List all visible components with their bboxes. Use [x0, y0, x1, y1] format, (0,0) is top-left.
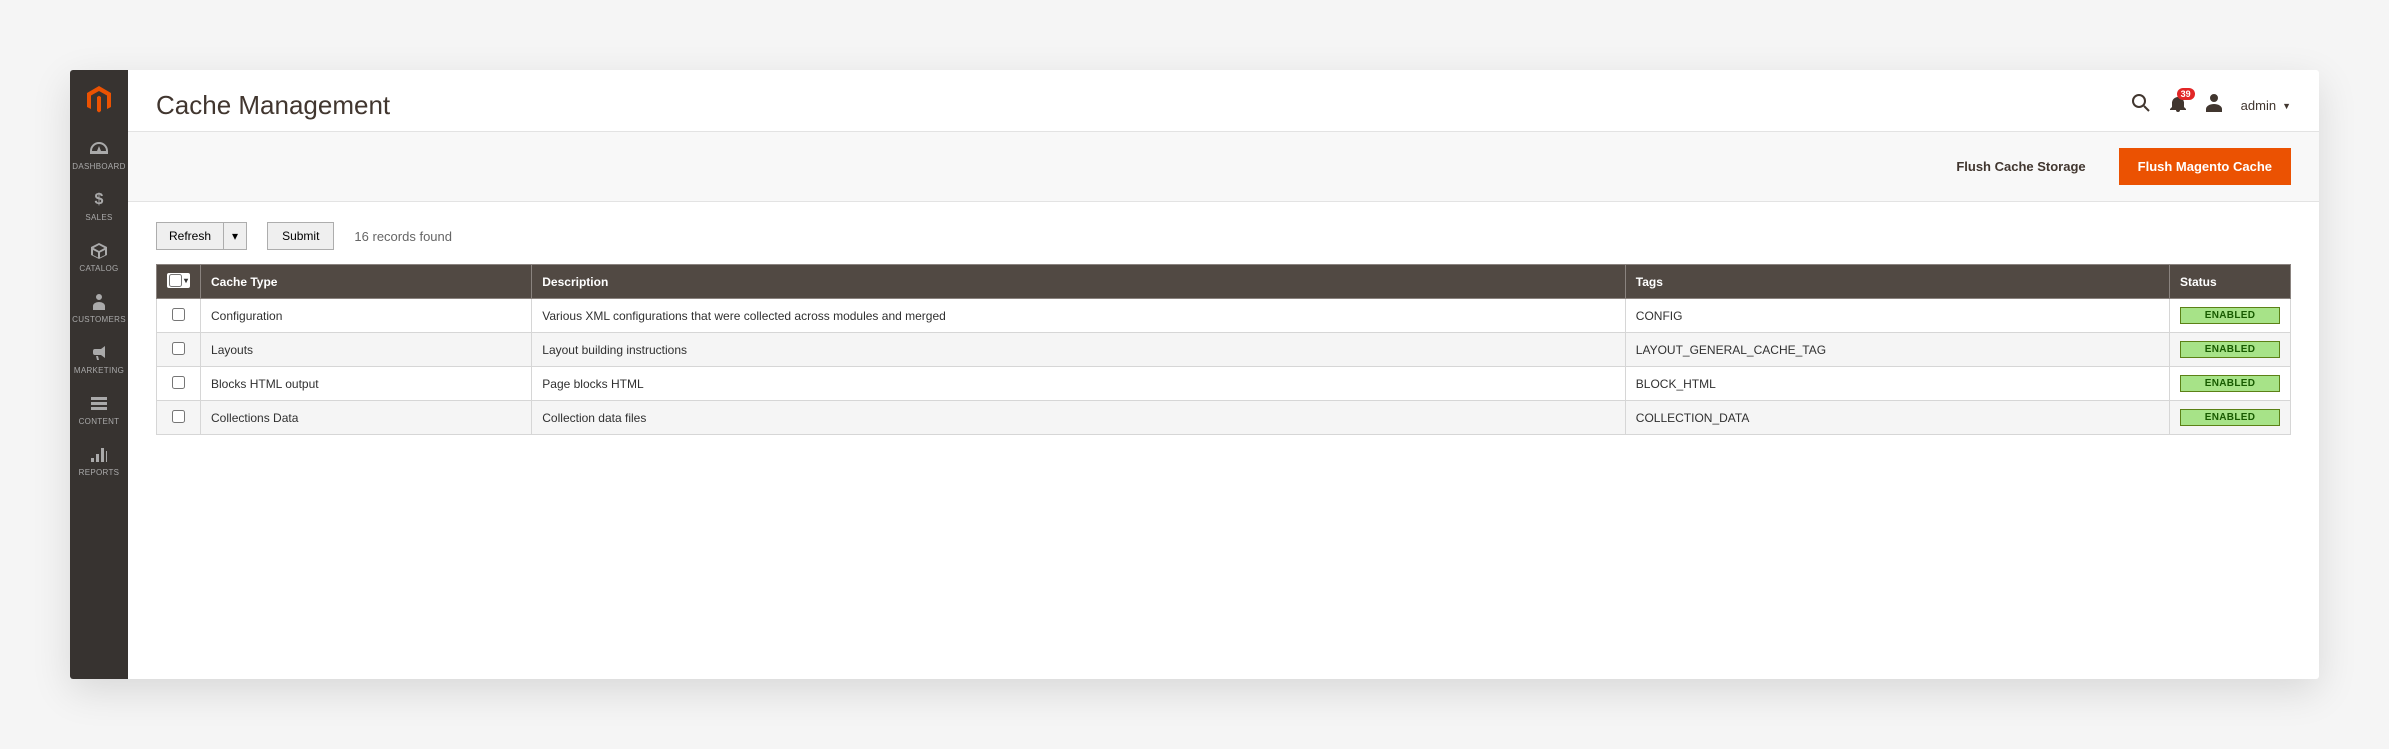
sidebar-item-marketing[interactable]: MARKETING [70, 334, 128, 385]
cell-status: ENABLED [2170, 299, 2291, 333]
submit-button[interactable]: Submit [267, 222, 334, 250]
table-row: LayoutsLayout building instructionsLAYOU… [157, 333, 2291, 367]
cell-tags: BLOCK_HTML [1625, 367, 2169, 401]
search-icon[interactable] [2131, 93, 2151, 118]
user-icon[interactable] [2205, 94, 2223, 117]
toolbar: Refresh ▾ Submit 16 records found [128, 202, 2319, 264]
cell-description: Collection data files [532, 401, 1626, 435]
dollar-icon: $ [90, 191, 108, 209]
sidebar-item-dashboard[interactable]: DASHBOARD [70, 130, 128, 181]
sidebar-item-label: MARKETING [74, 366, 124, 375]
sidebar-item-label: CONTENT [79, 417, 120, 426]
col-tags[interactable]: Tags [1625, 265, 2169, 299]
select-all-header: ▾ [157, 265, 201, 299]
cell-description: Page blocks HTML [532, 367, 1626, 401]
cell-tags: CONFIG [1625, 299, 2169, 333]
cell-cache-type: Configuration [201, 299, 532, 333]
cell-cache-type: Blocks HTML output [201, 367, 532, 401]
cell-cache-type: Collections Data [201, 401, 532, 435]
status-badge: ENABLED [2180, 375, 2280, 392]
sidebar: DASHBOARD $ SALES CATALOG CUSTOMERS MARK… [70, 70, 128, 679]
chevron-down-icon[interactable]: ▾ [224, 222, 247, 250]
user-label: admin [2241, 98, 2276, 113]
records-count: 16 records found [354, 229, 452, 244]
sidebar-item-label: DASHBOARD [72, 162, 125, 171]
col-cache-type[interactable]: Cache Type [201, 265, 532, 299]
cell-status: ENABLED [2170, 333, 2291, 367]
col-description[interactable]: Description [532, 265, 1626, 299]
table-row: Collections DataCollection data filesCOL… [157, 401, 2291, 435]
cube-icon [90, 242, 108, 260]
chevron-down-icon: ▼ [2282, 101, 2291, 111]
mass-action-label[interactable]: Refresh [156, 222, 224, 250]
sidebar-item-catalog[interactable]: CATALOG [70, 232, 128, 283]
person-icon [90, 293, 108, 311]
sidebar-item-customers[interactable]: CUSTOMERS [70, 283, 128, 334]
cell-description: Layout building instructions [532, 333, 1626, 367]
layers-icon [90, 395, 108, 413]
col-status[interactable]: Status [2170, 265, 2291, 299]
cell-status: ENABLED [2170, 367, 2291, 401]
checkbox-icon[interactable] [169, 274, 182, 287]
flush-cache-storage-button[interactable]: Flush Cache Storage [1937, 148, 2104, 185]
cell-description: Various XML configurations that were col… [532, 299, 1626, 333]
row-checkbox[interactable] [172, 410, 185, 423]
sidebar-item-label: CATALOG [79, 264, 118, 273]
select-all-checkbox[interactable]: ▾ [167, 273, 190, 288]
row-checkbox[interactable] [172, 308, 185, 321]
cell-tags: LAYOUT_GENERAL_CACHE_TAG [1625, 333, 2169, 367]
status-badge: ENABLED [2180, 409, 2280, 426]
cell-tags: COLLECTION_DATA [1625, 401, 2169, 435]
mass-action-dropdown[interactable]: Refresh ▾ [156, 222, 247, 250]
row-checkbox[interactable] [172, 342, 185, 355]
cell-cache-type: Layouts [201, 333, 532, 367]
notification-badge: 39 [2177, 88, 2195, 100]
sidebar-item-label: REPORTS [79, 468, 120, 477]
action-bar: Flush Cache Storage Flush Magento Cache [128, 131, 2319, 202]
status-badge: ENABLED [2180, 341, 2280, 358]
flush-magento-cache-button[interactable]: Flush Magento Cache [2119, 148, 2291, 185]
sidebar-item-reports[interactable]: REPORTS [70, 436, 128, 487]
page-title: Cache Management [156, 90, 390, 121]
status-badge: ENABLED [2180, 307, 2280, 324]
megaphone-icon [90, 344, 108, 362]
row-checkbox[interactable] [172, 376, 185, 389]
table-row: Blocks HTML outputPage blocks HTMLBLOCK_… [157, 367, 2291, 401]
magento-logo [70, 70, 128, 130]
table-header-row: ▾ Cache Type Description Tags Status [157, 265, 2291, 299]
cache-table: ▾ Cache Type Description Tags Status Con… [156, 264, 2291, 435]
notification-icon[interactable]: 39 [2169, 94, 2187, 117]
user-menu[interactable]: admin ▼ [2241, 98, 2291, 113]
dashboard-icon [90, 140, 108, 158]
table-row: ConfigurationVarious XML configurations … [157, 299, 2291, 333]
sidebar-item-label: SALES [85, 213, 112, 222]
chevron-down-icon: ▾ [184, 276, 188, 285]
sidebar-item-label: CUSTOMERS [72, 315, 126, 324]
page-header: Cache Management 39 admin ▼ [128, 70, 2319, 131]
chart-icon [90, 446, 108, 464]
cell-status: ENABLED [2170, 401, 2291, 435]
sidebar-item-sales[interactable]: $ SALES [70, 181, 128, 232]
sidebar-item-content[interactable]: CONTENT [70, 385, 128, 436]
